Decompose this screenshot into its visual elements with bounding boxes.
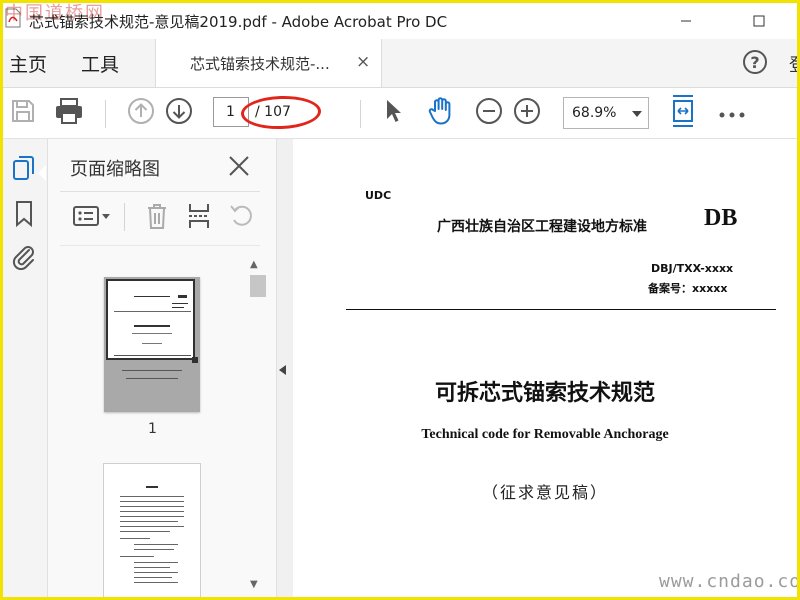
save-icon [10, 98, 36, 128]
thumbnail-page-preview [106, 279, 195, 360]
prev-page-icon [127, 97, 155, 129]
minimize-button[interactable] [663, 3, 709, 39]
bookmarks-button[interactable] [9, 201, 39, 231]
minimize-icon [680, 12, 692, 31]
toolbar-divider [105, 100, 106, 128]
thumbnail-page-number: 1 [148, 421, 157, 437]
doc-db-mark: DB [704, 205, 738, 231]
thumbnail-resize-handle[interactable] [192, 357, 198, 363]
panel-title: 页面缩略图 [70, 159, 160, 180]
maximize-icon [753, 12, 765, 31]
thumbnails-panel: 页面缩略图 ▲ ▼ 1 [48, 139, 276, 597]
page-thumbnails-icon [12, 154, 36, 186]
previous-page-button[interactable] [125, 97, 157, 129]
fit-page-button[interactable] [667, 94, 699, 132]
hand-tool-button[interactable] [425, 97, 457, 129]
next-page-button[interactable] [163, 97, 195, 129]
panel-divider [60, 245, 260, 246]
bookmark-icon [14, 200, 34, 232]
panel-tool-divider [124, 203, 125, 231]
collapse-left-icon [279, 365, 286, 375]
title-bar: 中国道桥网 芯式锚索技术规范-意见稿2019.pdf - Adobe Acrob… [3, 3, 797, 39]
next-page-icon [165, 97, 193, 129]
hand-tool-icon [426, 96, 456, 130]
maximize-button[interactable] [736, 3, 782, 39]
scroll-down-arrow[interactable]: ▼ [250, 579, 258, 590]
tab-home[interactable]: 主页 [9, 50, 47, 77]
print-button[interactable] [53, 97, 85, 129]
chevron-down-icon [632, 111, 642, 117]
attachment-icon [11, 242, 37, 274]
page-thumbnail[interactable] [104, 277, 200, 412]
more-tools-button[interactable] [716, 97, 748, 129]
toolbar: 1 / 107 68.9% [3, 88, 797, 139]
document-tab-label: 芯式锚索技术规范-... [190, 55, 330, 73]
scroll-up-arrow[interactable]: ▲ [250, 259, 258, 270]
page-thumbnail[interactable] [104, 464, 200, 597]
thumbnail-options-button[interactable] [70, 201, 114, 235]
insert-pages-icon [186, 201, 212, 235]
toolbar-divider [360, 100, 361, 128]
doc-title-english: Technical code for Removable Anchorage [421, 427, 669, 442]
print-icon [54, 97, 84, 129]
zoom-in-icon [513, 97, 541, 129]
attachments-button[interactable] [9, 243, 39, 273]
app-window: 中国道桥网 芯式锚索技术规范-意见稿2019.pdf - Adobe Acrob… [0, 0, 800, 600]
window-title: 芯式锚索技术规范-意见稿2019.pdf - Adobe Acrobat Pro… [29, 13, 448, 31]
tab-bar: 主页 工具 芯式锚索技术规范-... × ? 登 [3, 39, 797, 88]
select-cursor-icon [382, 98, 404, 128]
fit-page-icon [670, 94, 696, 132]
doc-udc-label: UDC [365, 189, 392, 202]
document-page: UDC 广西壮族自治区工程建设地方标准 DB DBJ/TXX-xxxx 备案号：… [293, 139, 797, 597]
options-menu-icon [72, 203, 112, 233]
close-icon [226, 156, 252, 183]
red-highlight-annotation [240, 94, 322, 131]
doc-draft-label: （征求意见稿） [481, 483, 608, 502]
panel-scrollbar-thumb[interactable] [250, 275, 266, 297]
navigation-rail [3, 139, 48, 597]
zoom-level-value: 68.9% [572, 105, 617, 121]
panel-collapse-handle[interactable] [276, 139, 293, 597]
doc-record-number: 备案号：xxxxx [648, 282, 728, 295]
close-panel-button[interactable] [226, 153, 252, 179]
help-icon[interactable]: ? [743, 50, 767, 74]
page-thumbnails-button[interactable] [9, 155, 39, 185]
doc-header-rule [346, 309, 776, 310]
watermark-url: www.cndao.com [659, 571, 800, 592]
select-tool-button[interactable] [377, 97, 409, 129]
tab-tools[interactable]: 工具 [81, 50, 119, 77]
insert-pages-button[interactable] [182, 201, 216, 235]
doc-title-chinese: 可拆芯式锚索技术规范 [434, 381, 655, 406]
doc-organization-header: 广西壮族自治区工程建设地方标准 [437, 219, 647, 235]
zoom-out-icon [475, 97, 503, 129]
more-icon [718, 104, 746, 123]
rotate-icon [227, 202, 255, 234]
sign-in-link[interactable]: 登 [789, 51, 797, 77]
tab-document[interactable]: 芯式锚索技术规范-... × [155, 39, 382, 87]
panel-divider [60, 191, 260, 192]
close-tab-icon[interactable]: × [356, 52, 370, 72]
zoom-in-button[interactable] [511, 97, 543, 129]
zoom-out-button[interactable] [473, 97, 505, 129]
rotate-pages-button[interactable] [224, 201, 258, 235]
delete-icon [144, 201, 170, 235]
active-panel-pointer [38, 165, 46, 181]
zoom-level-dropdown[interactable]: 68.9% [563, 97, 649, 129]
doc-standard-code: DBJ/TXX-xxxx [651, 262, 734, 275]
delete-pages-button[interactable] [140, 201, 174, 235]
save-button[interactable] [7, 97, 39, 129]
